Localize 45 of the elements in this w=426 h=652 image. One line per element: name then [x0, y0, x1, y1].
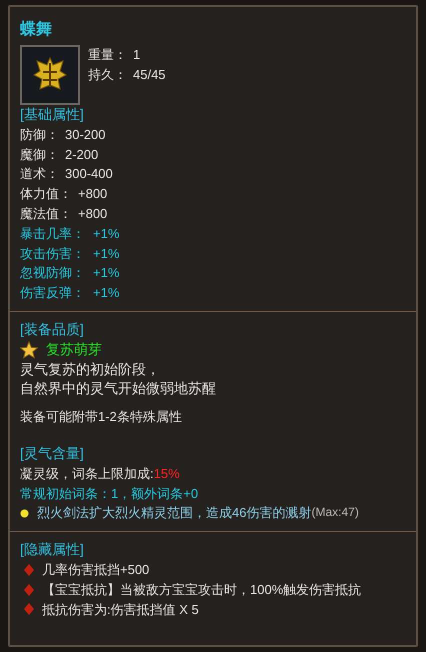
attribute-label: 体力值：: [20, 185, 72, 204]
item-icon: [20, 45, 80, 105]
attribute-label: 暴击几率：: [20, 224, 85, 243]
affix-text: 烈火剑法扩大烈火精灵范围，造成46伤害的溅射: [37, 504, 312, 522]
attribute-value: 300-400: [65, 165, 113, 184]
attribute-value: 30-200: [65, 126, 106, 144]
star-icon: [20, 340, 38, 359]
quality-note: 装备可能附带1-2条特殊属性: [20, 408, 183, 426]
bullet-icon: [20, 508, 29, 518]
hidden-attribute: 几率伤害抵挡+500: [42, 560, 150, 579]
attribute-value: +800: [78, 185, 108, 204]
affix-max: (Max:47): [311, 504, 359, 522]
attribute-label: 魔御：: [20, 146, 59, 164]
description-line: 自然界中的灵气开始微弱地苏醒: [20, 379, 217, 398]
diamond-icon: [24, 564, 34, 576]
attribute-label: 忽视防御：: [20, 264, 85, 282]
diamond-icon: [24, 603, 34, 616]
attribute-value: +1%: [93, 284, 120, 302]
hidden-attribute: 【宝宝抵抗】当被敌方宝宝攻击时，100%触发伤害抵抗: [42, 580, 362, 599]
section-heading: [基础属性]: [20, 105, 85, 124]
attribute-label: 道术：: [20, 165, 59, 184]
affix-summary: 常规初始词条：1，额外词条+0: [20, 484, 200, 503]
attribute-value: +1%: [93, 244, 120, 263]
attribute-label: 防御：: [20, 126, 59, 144]
attribute-label: 伤害反弹：: [20, 284, 85, 302]
item-title: 蝶舞: [20, 20, 53, 40]
aura-level-value: 15%: [154, 464, 180, 483]
hidden-attribute: 抵抗伤害为:伤害抵挡值 X 5: [42, 600, 199, 619]
description-line: 灵气复苏的初始阶段，: [20, 360, 161, 379]
stat-label: 重量：: [88, 46, 127, 64]
section-heading: [装备品质]: [20, 320, 85, 339]
attribute-label: 攻击伤害：: [20, 244, 85, 263]
section-heading: [灵气含量]: [20, 444, 85, 463]
section-heading: [隐藏属性]: [20, 540, 85, 560]
attribute-label: 魔法值：: [20, 204, 72, 223]
stat-value: 45/45: [133, 66, 166, 84]
stat-label: 持久：: [88, 66, 127, 84]
diamond-icon: [24, 584, 34, 596]
stat-value: 1: [133, 46, 140, 64]
attribute-value: +1%: [93, 264, 120, 282]
aura-level-label: 凝灵级，词条上限加成:: [20, 464, 154, 483]
quality-grade: 复苏萌芽: [46, 340, 102, 359]
attribute-value: +1%: [93, 224, 120, 243]
attribute-value: 2-200: [65, 146, 98, 164]
attribute-value: +800: [78, 204, 108, 223]
